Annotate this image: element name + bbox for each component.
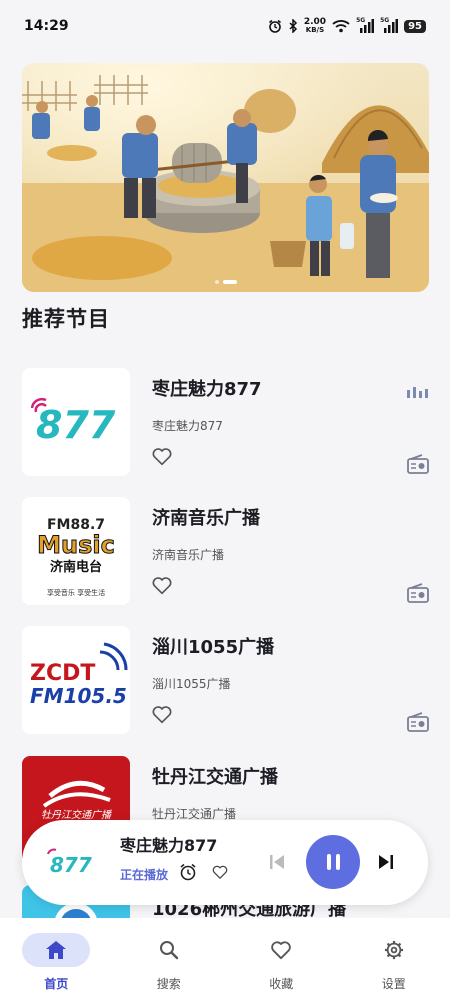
bluetooth-icon [289, 19, 297, 33]
net-speed: 2.00 KB/S [304, 18, 326, 34]
nav-label: 首页 [44, 977, 69, 991]
logo-text: 877 [50, 853, 92, 876]
alarm-icon [268, 19, 281, 33]
logo-text: 济南电台 [50, 559, 102, 575]
section-title: 推荐节目 [22, 307, 110, 331]
program-title: 枣庄魅力877 [152, 379, 262, 400]
banner-dot-active[interactable] [222, 280, 237, 284]
status-bar: 14:29 2.00 KB/S 5G 5G 95 [0, 0, 450, 52]
logo-text: ZCDT [30, 661, 95, 686]
nav-label: 设置 [381, 977, 406, 991]
battery-icon: 95 [404, 19, 426, 33]
nav-favorites[interactable]: 收藏 [225, 918, 338, 1005]
playing-equalizer-icon [407, 387, 428, 398]
bottom-navigation: 首页 搜索 收藏 设置 [0, 918, 450, 1005]
program-subtitle: 淄川1055广播 [152, 677, 231, 691]
favorite-heart-icon[interactable] [151, 704, 173, 726]
program-logo: ZCDT FM105.5 [22, 626, 130, 734]
logo-text: Music [37, 531, 115, 559]
banner-carousel[interactable] [22, 63, 429, 292]
favorite-heart-icon[interactable] [151, 575, 173, 597]
program-title: 济南音乐广播 [152, 508, 260, 529]
logo-text: 享受音乐 享受生活 [47, 588, 105, 597]
home-icon [46, 941, 67, 959]
favorite-heart-icon[interactable] [211, 864, 229, 881]
previous-track-icon[interactable] [268, 853, 286, 871]
signal-icon: 5G [380, 17, 399, 33]
program-item[interactable]: 877 枣庄魅力877 枣庄魅力877 [22, 368, 429, 476]
player-status: 正在播放 [120, 868, 169, 882]
program-title: 淄川1055广播 [152, 637, 275, 658]
pause-icon [335, 854, 340, 870]
gear-icon [384, 940, 403, 960]
nav-home[interactable]: 首页 [0, 918, 113, 1005]
status-icons: 2.00 KB/S 5G 5G 95 [268, 17, 426, 34]
status-time: 14:29 [24, 18, 69, 34]
program-logo: 877 [22, 368, 130, 476]
program-subtitle: 济南音乐广播 [152, 548, 225, 562]
radio-icon[interactable] [407, 712, 429, 732]
banner-illustration [22, 63, 429, 292]
program-item[interactable]: FM88.7 Music 济南电台 享受音乐 享受生活 济南音乐广播 济南音乐广… [22, 497, 429, 605]
program-subtitle: 枣庄魅力877 [152, 419, 223, 433]
program-title: 牡丹江交通广播 [152, 767, 278, 788]
player-title: 枣庄魅力877 [120, 836, 218, 855]
nav-search[interactable]: 搜索 [113, 918, 226, 1005]
nav-label: 搜索 [156, 977, 181, 991]
pause-button[interactable] [306, 835, 360, 889]
nav-settings[interactable]: 设置 [338, 918, 450, 1005]
next-track-icon[interactable] [377, 853, 395, 871]
banner-pagination [22, 280, 429, 284]
nav-label: 收藏 [269, 977, 294, 991]
heart-icon [271, 941, 292, 960]
pause-icon [326, 854, 331, 870]
mini-player[interactable]: 877 枣庄魅力877 正在播放 [22, 820, 428, 905]
net-speed-unit: KB/S [305, 26, 325, 34]
radio-icon[interactable] [407, 454, 429, 474]
signal-icon: 5G [356, 17, 375, 33]
favorite-heart-icon[interactable] [151, 446, 173, 468]
search-icon [159, 941, 178, 960]
program-logo: FM88.7 Music 济南电台 享受音乐 享受生活 [22, 497, 130, 605]
alarm-clock-icon[interactable] [179, 863, 197, 881]
program-item[interactable]: ZCDT FM105.5 淄川1055广播 淄川1055广播 [22, 626, 429, 734]
logo-text: FM105.5 [30, 684, 127, 708]
logo-text: 877 [36, 403, 116, 447]
player-logo: 877 [47, 848, 92, 876]
wifi-icon [332, 20, 350, 33]
radio-icon[interactable] [407, 583, 429, 603]
banner-dot[interactable] [214, 280, 219, 284]
